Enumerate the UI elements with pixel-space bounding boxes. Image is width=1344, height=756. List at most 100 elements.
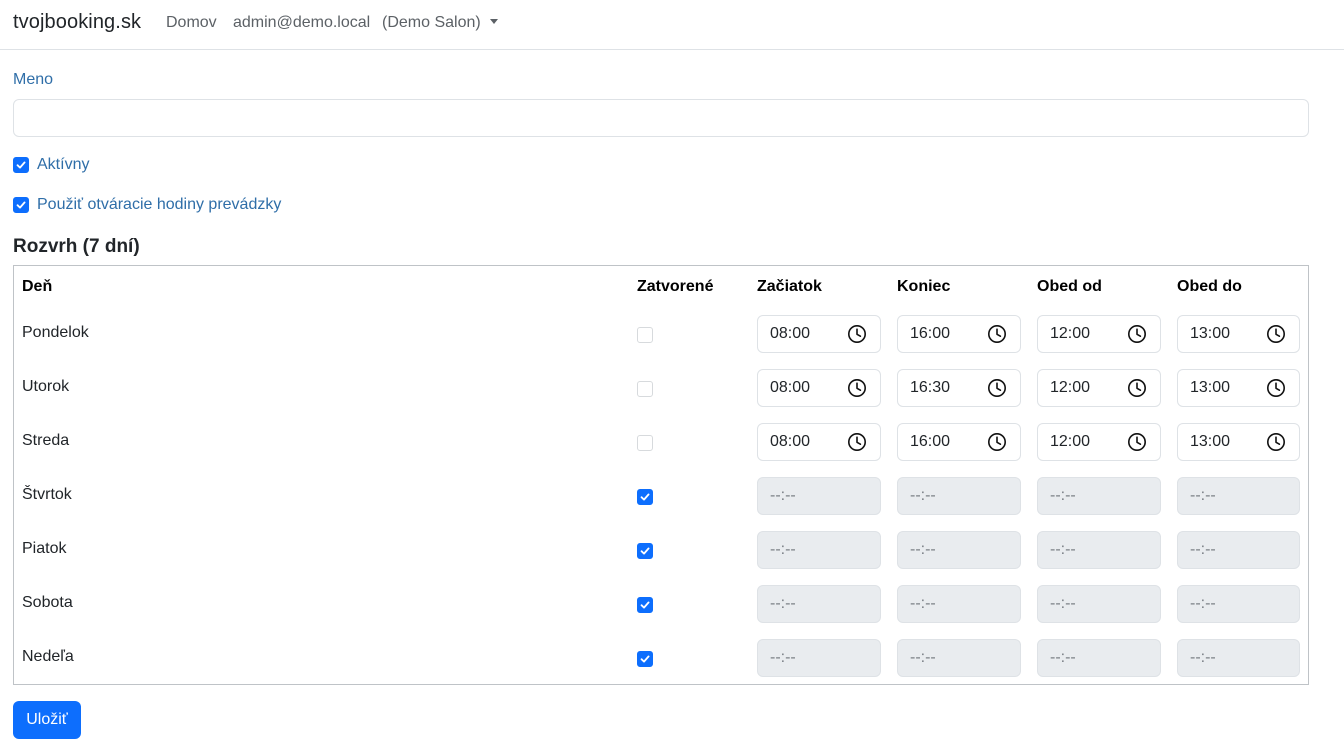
day-name: Streda [22, 432, 70, 449]
lunch-end-input[interactable]: --:-- [1177, 477, 1300, 515]
day-name: Utorok [22, 378, 70, 395]
end-time-input[interactable]: 16:00 [897, 423, 1021, 461]
end-time-input[interactable]: 16:30 [897, 369, 1021, 407]
start-time-input[interactable]: --:-- [757, 531, 881, 569]
clock-icon [1267, 325, 1285, 343]
header-closed: Zatvorené [637, 278, 714, 295]
table-row: Nedeľa --:-- --:-- --:-- --:-- [14, 631, 1308, 685]
time-value: --:-- [910, 487, 936, 504]
end-time-input[interactable]: 16:00 [897, 315, 1021, 353]
active-checkbox-row[interactable]: Aktívny [13, 156, 89, 174]
lunch-start-input[interactable]: --:-- [1037, 585, 1161, 623]
time-value: --:-- [1190, 487, 1216, 504]
header-day: Deň [22, 278, 53, 295]
check-icon [640, 547, 650, 555]
lunch-end-input[interactable]: --:-- [1177, 531, 1300, 569]
end-time-input[interactable]: --:-- [897, 585, 1021, 623]
time-value: 13:00 [1190, 379, 1231, 396]
start-time-input[interactable]: --:-- [757, 477, 881, 515]
end-time-input[interactable]: --:-- [897, 477, 1021, 515]
closed-checkbox[interactable] [637, 327, 653, 343]
time-value: 16:00 [910, 433, 951, 450]
end-time-input[interactable]: --:-- [897, 639, 1021, 677]
check-icon [640, 655, 650, 663]
table-row: Štvrtok --:-- --:-- --:-- --:-- [14, 469, 1308, 523]
lunch-end-input[interactable]: --:-- [1177, 639, 1300, 677]
time-value: --:-- [1190, 541, 1216, 558]
clock-icon [1128, 325, 1146, 343]
header-lunch-start: Obed od [1037, 278, 1102, 295]
clock-icon [848, 379, 866, 397]
lunch-start-input[interactable]: --:-- [1037, 639, 1161, 677]
table-row: Piatok --:-- --:-- --:-- --:-- [14, 523, 1308, 577]
clock-icon [988, 325, 1006, 343]
use-hours-label: Použiť otváracie hodiny prevádzky [37, 196, 282, 213]
clock-icon [1267, 379, 1285, 397]
start-time-input[interactable]: 08:00 [757, 423, 881, 461]
closed-checkbox[interactable] [637, 381, 653, 397]
lunch-end-input[interactable]: --:-- [1177, 585, 1300, 623]
lunch-end-input[interactable]: 13:00 [1177, 369, 1300, 407]
day-name: Sobota [22, 594, 73, 611]
time-value: --:-- [770, 487, 796, 504]
lunch-start-input[interactable]: --:-- [1037, 477, 1161, 515]
day-name: Nedeľa [22, 648, 74, 665]
lunch-start-input[interactable]: 12:00 [1037, 423, 1161, 461]
time-value: 08:00 [770, 325, 811, 342]
check-icon [16, 161, 26, 169]
lunch-end-input[interactable]: 13:00 [1177, 315, 1300, 353]
table-row: Streda 08:00 16:00 12:00 13:00 [14, 415, 1308, 469]
time-value: --:-- [770, 541, 796, 558]
closed-checkbox[interactable] [637, 543, 653, 559]
name-label: Meno [13, 71, 54, 88]
closed-checkbox[interactable] [637, 489, 653, 505]
closed-checkbox[interactable] [637, 651, 653, 667]
use-hours-checkbox[interactable] [13, 197, 29, 213]
schedule-table: Deň Zatvorené Začiatok Koniec Obed od Ob… [13, 265, 1309, 685]
use-hours-checkbox-row[interactable]: Použiť otváracie hodiny prevádzky [13, 196, 281, 214]
lunch-end-input[interactable]: 13:00 [1177, 423, 1300, 461]
start-time-input[interactable]: --:-- [757, 585, 881, 623]
nav-home-link[interactable]: Domov [166, 14, 217, 32]
chevron-down-icon [489, 19, 498, 24]
day-name: Pondelok [22, 324, 89, 341]
brand-link[interactable]: tvojbooking.sk [13, 11, 141, 34]
closed-checkbox[interactable] [637, 435, 653, 451]
header-lunch-end: Obed do [1177, 278, 1242, 295]
time-value: 13:00 [1190, 433, 1231, 450]
lunch-start-input[interactable]: 12:00 [1037, 369, 1161, 407]
lunch-start-input[interactable]: 12:00 [1037, 315, 1161, 353]
table-row: Pondelok 08:00 16:00 12:00 13:00 [14, 307, 1308, 361]
start-time-input[interactable]: 08:00 [757, 315, 881, 353]
day-name: Piatok [22, 540, 67, 557]
start-time-input[interactable]: 08:00 [757, 369, 881, 407]
time-value: --:-- [1050, 649, 1076, 666]
lunch-start-input[interactable]: --:-- [1037, 531, 1161, 569]
check-icon [640, 493, 650, 501]
header-start: Začiatok [757, 278, 822, 295]
salon-dropdown[interactable]: (Demo Salon) [382, 14, 498, 32]
time-value: --:-- [910, 649, 936, 666]
time-value: 13:00 [1190, 325, 1231, 342]
nav-user-email: admin@demo.local [233, 14, 371, 31]
salon-dropdown-label: (Demo Salon) [382, 14, 481, 31]
clock-icon [1128, 379, 1146, 397]
check-icon [640, 601, 650, 609]
clock-icon [988, 379, 1006, 397]
name-input[interactable] [13, 99, 1309, 137]
table-row: Sobota --:-- --:-- --:-- --:-- [14, 577, 1308, 631]
end-time-input[interactable]: --:-- [897, 531, 1021, 569]
table-row: Utorok 08:00 16:30 12:00 13:00 [14, 361, 1308, 415]
navbar: tvojbooking.sk Domov admin@demo.local (D… [0, 0, 1344, 50]
time-value: --:-- [770, 595, 796, 612]
save-button[interactable]: Uložiť [13, 701, 81, 739]
time-value: --:-- [1190, 595, 1216, 612]
start-time-input[interactable]: --:-- [757, 639, 881, 677]
time-value: 16:30 [910, 379, 951, 396]
time-value: --:-- [1190, 649, 1216, 666]
clock-icon [1267, 433, 1285, 451]
active-checkbox[interactable] [13, 157, 29, 173]
closed-checkbox[interactable] [637, 597, 653, 613]
active-label: Aktívny [37, 156, 90, 173]
time-value: 12:00 [1050, 433, 1091, 450]
